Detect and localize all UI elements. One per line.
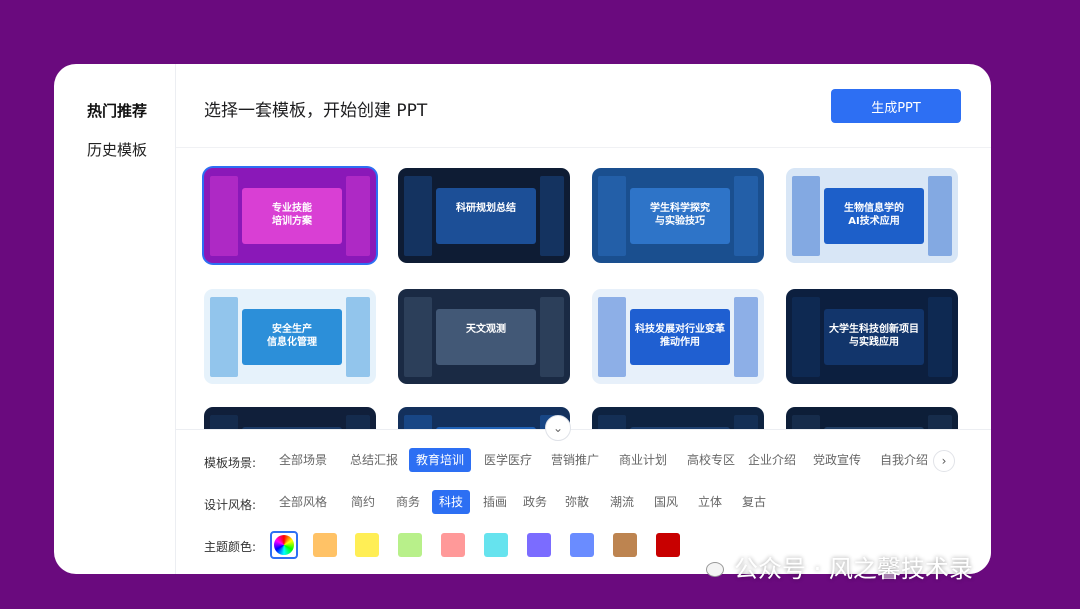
template-title: 天文观测 bbox=[466, 324, 506, 335]
color-swatch[interactable] bbox=[570, 533, 594, 557]
color-swatch[interactable] bbox=[398, 533, 422, 557]
style-option[interactable]: 国风 bbox=[647, 490, 685, 514]
template-title: 科技发展对行业变革 推动作用 bbox=[635, 324, 725, 348]
header-divider bbox=[176, 147, 991, 148]
scene-option[interactable]: 教育培训 bbox=[409, 448, 472, 472]
template-title: 科研规划总结 bbox=[456, 203, 516, 214]
slide-preview-panel bbox=[540, 297, 564, 377]
slide-preview-panel bbox=[346, 176, 370, 256]
sidebar: 热门推荐 历史模板 bbox=[54, 64, 176, 574]
generate-ppt-button[interactable]: 生成PPT bbox=[831, 89, 961, 123]
slide-preview-card: 大学生科技创新项目与实践应用 bbox=[824, 309, 924, 365]
slide-preview-panel bbox=[540, 176, 564, 256]
template-thumbnail[interactable]: 专业技能 培训方案 bbox=[204, 168, 376, 263]
color-swatch[interactable] bbox=[313, 533, 337, 557]
scene-option[interactable]: 商业计划 bbox=[612, 448, 674, 472]
style-filter-label: 设计风格: bbox=[204, 498, 257, 512]
sidebar-item-hot[interactable]: 热门推荐 bbox=[87, 100, 147, 121]
slide-preview-card: 安全生产 信息化管理 bbox=[242, 309, 342, 365]
scene-option[interactable]: 企业介绍 bbox=[741, 448, 803, 472]
watermark-text: 公众号 · 风之馨技术录 bbox=[734, 554, 973, 583]
page-title: 选择一套模板，开始创建 PPT bbox=[204, 101, 428, 121]
template-thumbnail[interactable]: 安全生产 信息化管理 bbox=[204, 289, 376, 384]
slide-preview-panel bbox=[734, 297, 758, 377]
slide-preview-panel bbox=[346, 297, 370, 377]
wechat-icon bbox=[694, 554, 726, 578]
template-title: 专业技能 培训方案 bbox=[272, 203, 312, 227]
style-option[interactable]: 简约 bbox=[344, 490, 382, 514]
scene-option[interactable]: 总结汇报 bbox=[343, 448, 405, 472]
style-option[interactable]: 全部风格 bbox=[272, 490, 334, 514]
template-thumbnail[interactable]: 大学生科技创新项目与实践应用 bbox=[786, 289, 958, 384]
template-title: 安全生产 信息化管理 bbox=[267, 324, 317, 348]
scene-option[interactable]: 全部场景 bbox=[272, 448, 334, 472]
style-option[interactable]: 商务 bbox=[389, 490, 427, 514]
slide-preview-panel bbox=[404, 176, 432, 256]
slide-preview-panel bbox=[928, 297, 952, 377]
style-option[interactable]: 复古 bbox=[735, 490, 773, 514]
slide-preview-panel bbox=[928, 176, 952, 256]
collapse-chevron-icon[interactable]: ⌄ bbox=[545, 415, 571, 441]
slide-preview-card: 专业技能 培训方案 bbox=[242, 188, 342, 244]
slide-preview-card: 天文观测 bbox=[436, 309, 536, 365]
scene-option[interactable]: 党政宣传 bbox=[806, 448, 868, 472]
scene-filter-label: 模板场景: bbox=[204, 456, 257, 470]
color-swatch[interactable] bbox=[355, 533, 379, 557]
scene-next-chevron-icon[interactable]: › bbox=[933, 450, 955, 472]
template-title: 大学生科技创新项目与实践应用 bbox=[829, 324, 919, 348]
template-dialog: 热门推荐 历史模板 选择一套模板，开始创建 PPT 生成PPT 专业技能 培训方… bbox=[54, 64, 991, 574]
color-swatch[interactable] bbox=[441, 533, 465, 557]
scene-option[interactable]: 高校专区 bbox=[680, 448, 742, 472]
color-swatch-all[interactable] bbox=[270, 531, 298, 559]
template-thumbnail[interactable]: 生物信息学的 AI技术应用 bbox=[786, 168, 958, 263]
color-swatch[interactable] bbox=[484, 533, 508, 557]
slide-preview-panel bbox=[210, 176, 238, 256]
sidebar-item-history[interactable]: 历史模板 bbox=[87, 139, 147, 160]
slide-preview-card: 生物信息学的 AI技术应用 bbox=[824, 188, 924, 244]
style-option[interactable]: 政务 bbox=[516, 490, 554, 514]
slide-preview-card: 学生科学探究 与实验技巧 bbox=[630, 188, 730, 244]
scene-option[interactable]: 医学医疗 bbox=[477, 448, 539, 472]
template-title: 学生科学探究 与实验技巧 bbox=[650, 203, 710, 227]
template-thumbnail[interactable]: 天文观测 bbox=[398, 289, 570, 384]
color-swatch[interactable] bbox=[613, 533, 637, 557]
slide-preview-panel bbox=[734, 176, 758, 256]
style-option[interactable]: 立体 bbox=[691, 490, 729, 514]
color-swatch[interactable] bbox=[527, 533, 551, 557]
scene-option[interactable]: 自我介绍 bbox=[873, 448, 935, 472]
slide-preview-panel bbox=[210, 297, 238, 377]
color-filter-label: 主题颜色: bbox=[204, 540, 257, 554]
watermark: 公众号 · 风之馨技术录 bbox=[694, 551, 973, 583]
style-option[interactable]: 科技 bbox=[432, 490, 471, 514]
slide-preview-panel bbox=[792, 176, 820, 256]
color-swatch[interactable] bbox=[656, 533, 680, 557]
slide-preview-panel bbox=[598, 297, 626, 377]
slide-preview-card: 科研规划总结 bbox=[436, 188, 536, 244]
slide-preview-card: 科技发展对行业变革 推动作用 bbox=[630, 309, 730, 365]
template-thumbnail[interactable]: 科技发展对行业变革 推动作用 bbox=[592, 289, 764, 384]
slide-preview-panel bbox=[792, 297, 820, 377]
slide-preview-panel bbox=[404, 297, 432, 377]
scene-option[interactable]: 营销推广 bbox=[544, 448, 606, 472]
template-thumbnail[interactable]: 科研规划总结 bbox=[398, 168, 570, 263]
rainbow-icon bbox=[274, 535, 294, 555]
main-panel: 选择一套模板，开始创建 PPT 生成PPT 专业技能 培训方案 科研规划总结 学生科… bbox=[176, 64, 991, 574]
style-option[interactable]: 插画 bbox=[476, 490, 514, 514]
style-option[interactable]: 潮流 bbox=[603, 490, 641, 514]
slide-preview-panel bbox=[598, 176, 626, 256]
template-thumbnail[interactable]: 学生科学探究 与实验技巧 bbox=[592, 168, 764, 263]
style-option[interactable]: 弥散 bbox=[558, 490, 596, 514]
template-title: 生物信息学的 AI技术应用 bbox=[844, 203, 904, 227]
